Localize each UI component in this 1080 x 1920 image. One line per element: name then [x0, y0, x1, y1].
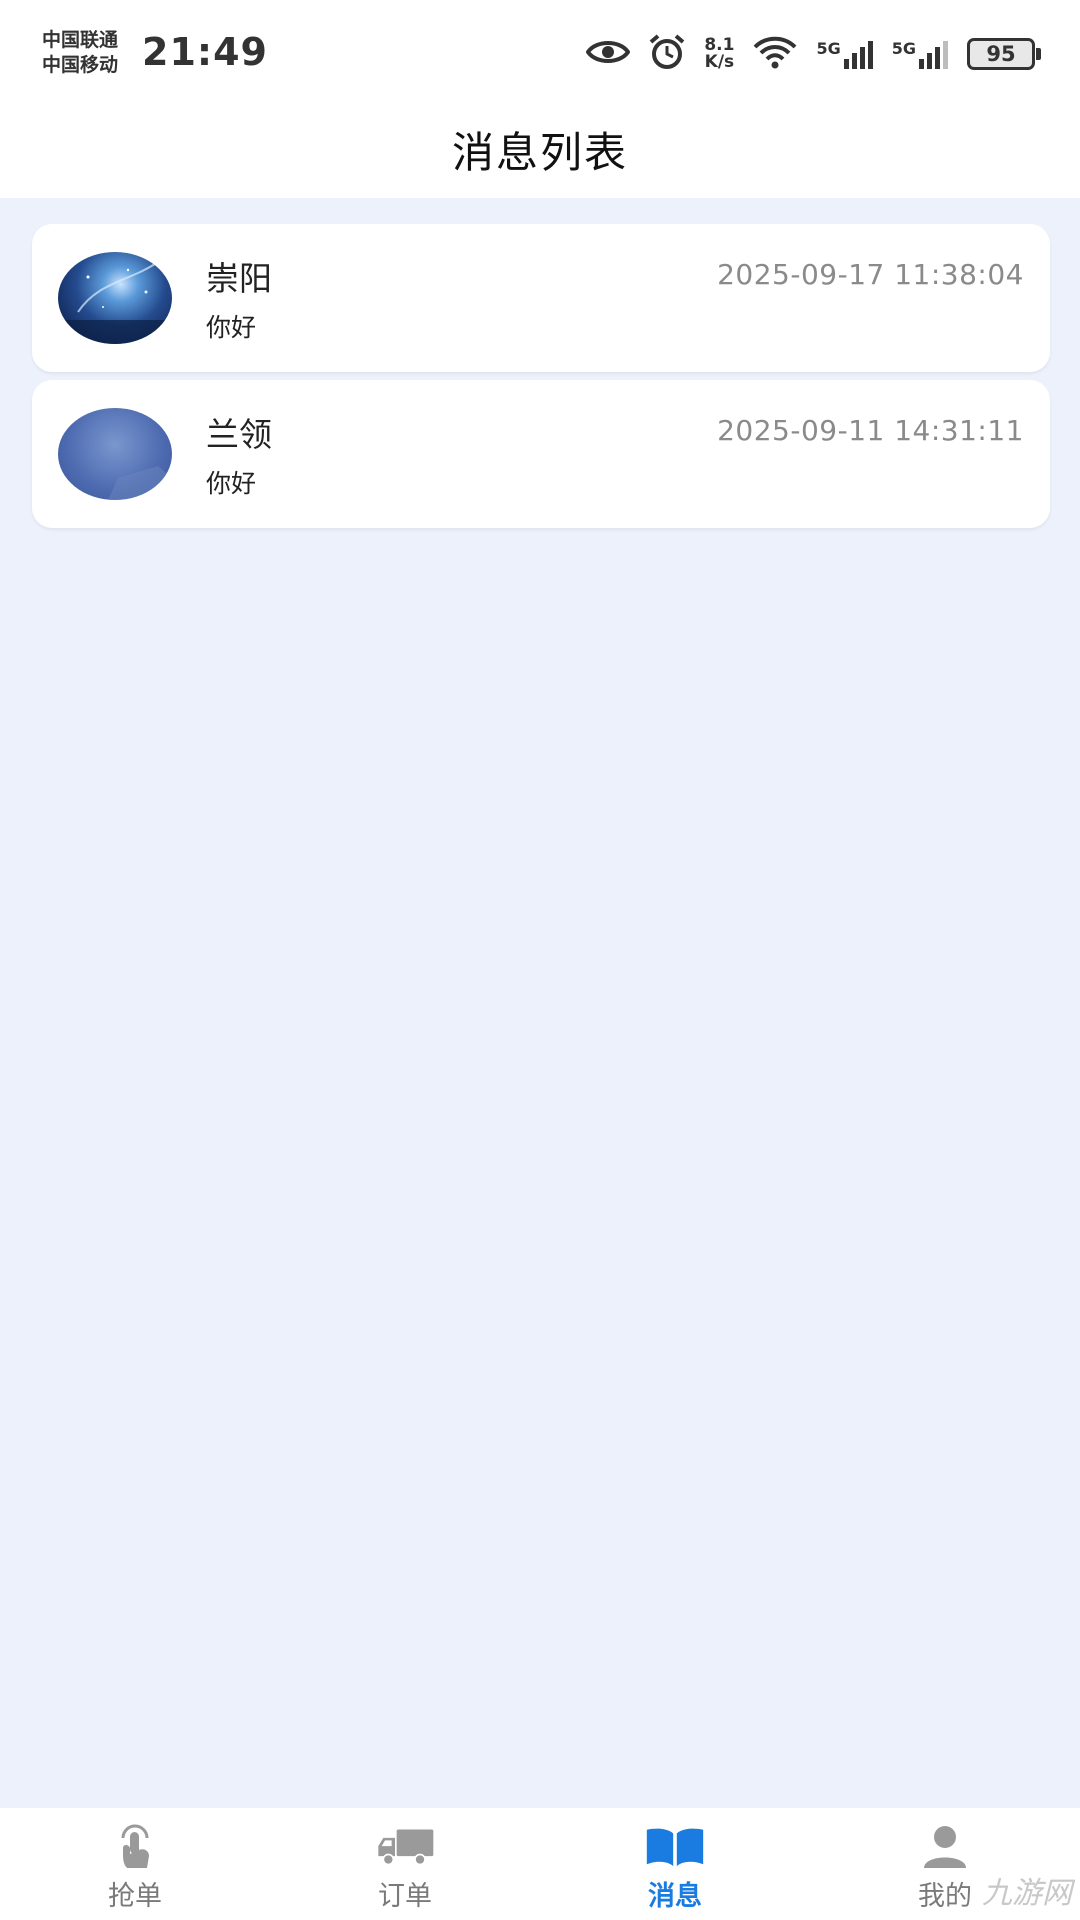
nav-label: 消息: [648, 1881, 702, 1912]
alarm-icon: [648, 34, 686, 74]
nav-item-messages[interactable]: 消息: [540, 1808, 810, 1920]
carrier-info: 中国联通 中国移动: [42, 28, 118, 78]
message-item[interactable]: 兰领 你好 2025-09-11 14:31:11: [32, 380, 1050, 528]
contact-name: 崇阳: [206, 259, 272, 298]
net-speed-unit: K/s: [704, 52, 735, 72]
signal-icon: 5G: [816, 39, 873, 69]
user-icon: [915, 1822, 975, 1872]
nav-label: 订单: [378, 1881, 432, 1912]
nav-label: 我的: [918, 1881, 972, 1912]
avatar: [58, 252, 172, 344]
nav-label: 抢单: [108, 1881, 162, 1912]
battery-icon: 95: [967, 38, 1041, 70]
signal-2-label: 5G: [891, 39, 916, 58]
nav-item-orders[interactable]: 订单: [270, 1808, 540, 1920]
avatar: [58, 408, 172, 500]
clock: 21:49: [142, 30, 268, 74]
nav-item-grab-order[interactable]: 抢单: [0, 1808, 270, 1920]
page-title: 消息列表: [451, 127, 628, 177]
contact-name: 兰领: [206, 415, 272, 454]
battery-level: 95: [986, 42, 1016, 66]
bottom-nav: 抢单 订单 消息 我的 九游网: [0, 1808, 1080, 1920]
message-preview: 你好: [206, 469, 257, 498]
watermark: 九游网: [982, 1876, 1072, 1911]
message-preview: 你好: [206, 313, 257, 342]
book-icon: [645, 1822, 705, 1872]
eye-icon: [585, 38, 631, 70]
signal-icon: 5G: [892, 39, 949, 69]
truck-icon: [375, 1822, 435, 1872]
status-bar: 中国联通 中国移动 21:49 8.1 K/s 5G 5G 95: [0, 0, 1080, 100]
carrier-2: 中国移动: [42, 54, 119, 76]
signal-1-label: 5G: [816, 39, 841, 58]
wifi-icon: [752, 35, 798, 73]
status-icons: 8.1 K/s 5G 5G 95: [585, 32, 1041, 76]
tap-hand-icon: [105, 1822, 165, 1872]
page-header: 消息列表: [0, 100, 1080, 198]
carrier-1: 中国联通: [42, 29, 119, 51]
message-item[interactable]: 崇阳 你好 2025-09-17 11:38:04: [32, 224, 1050, 372]
message-time: 2025-09-17 11:38:04: [717, 258, 1024, 291]
message-list: 崇阳 你好 2025-09-17 11:38:04 兰领 你好 2025-09-…: [0, 198, 1080, 1808]
message-time: 2025-09-11 14:31:11: [717, 414, 1024, 447]
net-speed: 8.1 K/s: [704, 37, 734, 71]
